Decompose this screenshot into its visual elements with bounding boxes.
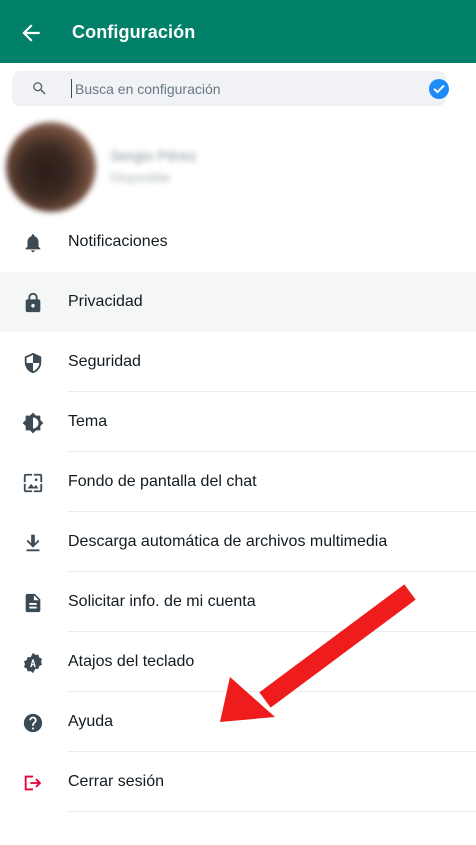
theme-icon — [22, 412, 44, 434]
shield-icon — [24, 352, 42, 374]
profile-card[interactable]: Sergio Pérez Disponible — [0, 112, 476, 212]
search-input[interactable] — [75, 75, 405, 102]
document-icon — [25, 593, 41, 613]
check-circle-icon — [429, 79, 449, 99]
keyboard-shortcut-icon — [24, 652, 42, 674]
menu-item-label: Tema — [68, 413, 108, 430]
settings-menu: Notificaciones Privacidad Seguridad Tema… — [0, 212, 476, 812]
menu-item-fondo-de-pantalla[interactable]: Fondo de pantalla del chat — [0, 452, 476, 512]
app-header: Configuración — [0, 0, 476, 63]
lock-icon — [25, 292, 41, 313]
search-icon — [33, 82, 46, 95]
menu-item-label: Atajos del teclado — [68, 653, 195, 670]
menu-item-label: Ayuda — [68, 713, 114, 730]
menu-item-descarga-automatica[interactable]: Descarga automática de archivos multimed… — [0, 512, 476, 572]
menu-item-label: Cerrar sesión — [68, 773, 165, 790]
menu-item-solicitar-info[interactable]: Solicitar info. de mi cuenta — [0, 572, 476, 632]
page-title: Configuración — [72, 22, 196, 42]
menu-item-ayuda[interactable]: Ayuda — [0, 692, 476, 752]
menu-item-label: Solicitar info. de mi cuenta — [68, 593, 256, 610]
text-cursor — [71, 79, 72, 98]
search-bar[interactable] — [12, 71, 449, 106]
menu-item-label: Notificaciones — [68, 233, 168, 250]
menu-item-privacidad[interactable]: Privacidad — [0, 272, 476, 332]
download-icon — [26, 534, 40, 552]
menu-item-label: Descarga automática de archivos multimed… — [68, 533, 388, 550]
back-arrow-icon[interactable] — [18, 20, 44, 46]
menu-item-label: Fondo de pantalla del chat — [68, 473, 257, 490]
avatar[interactable] — [6, 122, 96, 212]
wallpaper-icon — [23, 473, 43, 493]
profile-name: Sergio Pérez — [110, 148, 197, 165]
menu-item-tema[interactable]: Tema — [0, 392, 476, 452]
logout-icon — [24, 775, 42, 791]
menu-item-label: Privacidad — [68, 293, 143, 310]
help-icon — [23, 713, 43, 733]
profile-about: Disponible — [110, 170, 171, 185]
menu-item-notificaciones[interactable]: Notificaciones — [0, 212, 476, 272]
menu-item-label: Seguridad — [68, 353, 141, 370]
menu-item-cerrar-sesion[interactable]: Cerrar sesión — [0, 752, 476, 812]
menu-item-seguridad[interactable]: Seguridad — [0, 332, 476, 392]
menu-item-atajos-del-teclado[interactable]: Atajos del teclado — [0, 632, 476, 692]
bell-icon — [25, 234, 41, 253]
divider — [68, 811, 476, 812]
